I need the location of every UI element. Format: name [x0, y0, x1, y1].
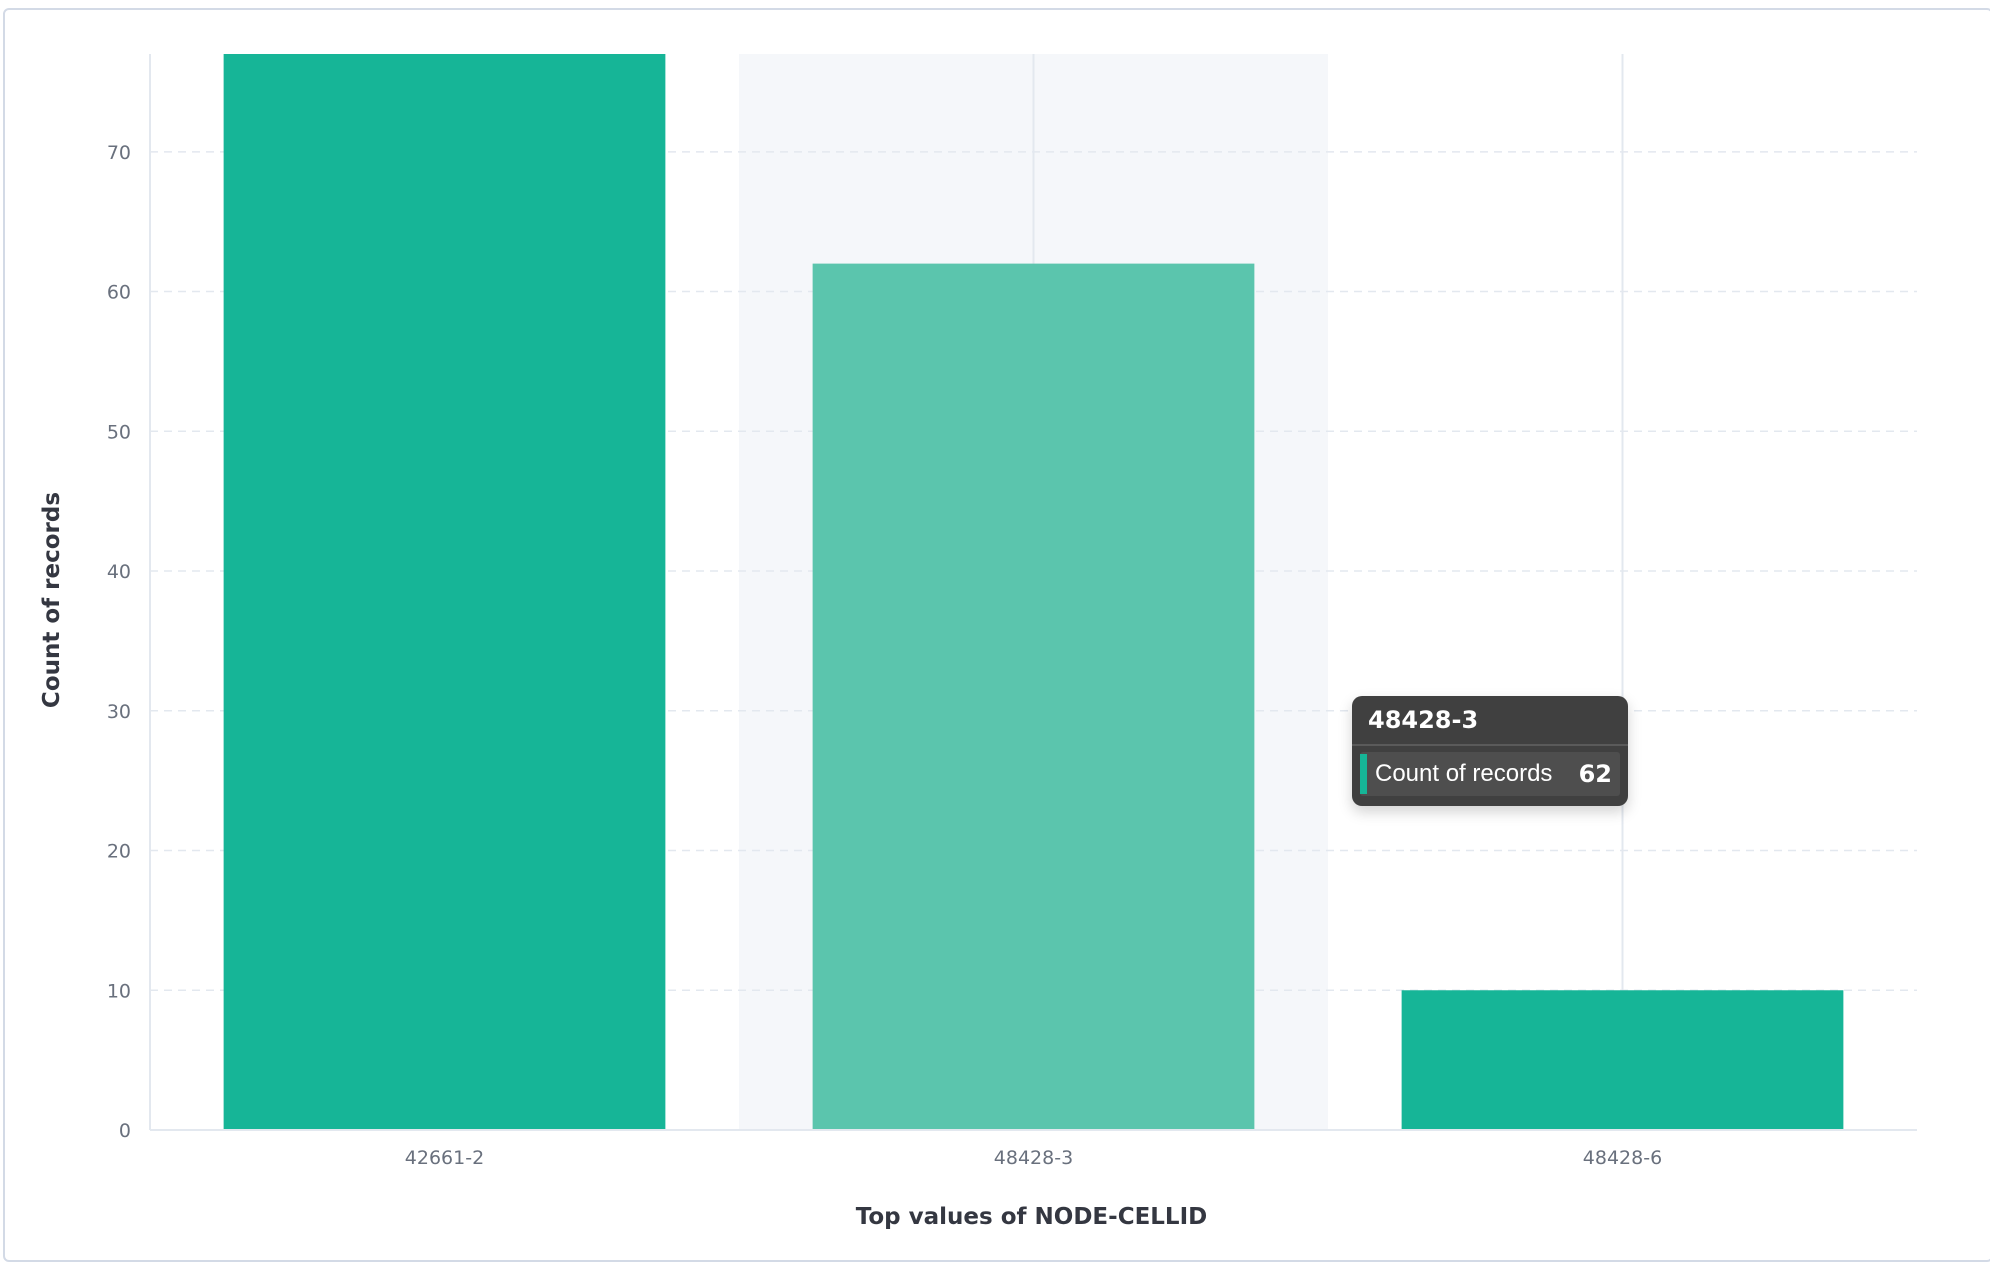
y-tick-label: 50 — [107, 421, 131, 443]
y-tick-label: 20 — [107, 841, 131, 863]
tooltip-title: 48428-3 — [1352, 696, 1628, 746]
chart-tooltip: 48428-3 Count of records 62 — [1352, 696, 1628, 806]
tooltip-series-label: Count of records — [1375, 760, 1553, 787]
chart-panel: 0 10 20 30 40 50 60 70 42661-2 48428-3 48428-6 Top … — [3, 8, 1990, 1262]
bar-48428-6 — [1401, 990, 1844, 1130]
x-tick-label: 48428-6 — [1583, 1147, 1662, 1169]
x-axis-title: Top values of NODE-CELLID — [856, 1204, 1208, 1230]
x-tick-label: 42661-2 — [405, 1147, 484, 1169]
tooltip-value: 62 — [1578, 760, 1612, 788]
bar-48428-3 — [812, 263, 1255, 1131]
x-tick-label: 48428-3 — [994, 1147, 1073, 1169]
y-tick-label: 70 — [107, 142, 131, 164]
bar-chart[interactable]: 0 10 20 30 40 50 60 70 42661-2 48428-3 48428-6 Top … — [5, 10, 1989, 1260]
y-tick-label: 10 — [107, 980, 131, 1002]
y-tick-label: 30 — [107, 701, 131, 723]
y-axis-title: Count of records — [39, 492, 65, 708]
tooltip-row: Count of records 62 — [1360, 752, 1620, 796]
y-tick-label: 40 — [107, 561, 131, 583]
y-tick-label: 60 — [107, 282, 131, 304]
bar-42661-2 — [223, 54, 666, 1130]
tooltip-series-swatch — [1360, 754, 1367, 794]
y-tick-label: 0 — [119, 1120, 131, 1142]
